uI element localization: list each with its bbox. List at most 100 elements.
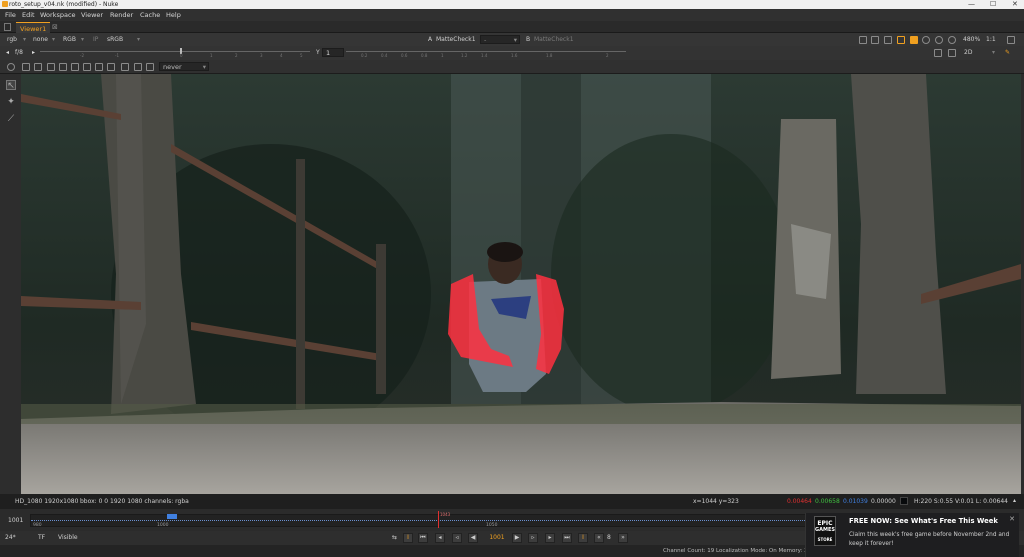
lifetime-icon[interactable] <box>146 63 154 71</box>
composite-arrow-icon: ▾ <box>513 36 517 44</box>
playhead-label: 1043 <box>440 512 451 517</box>
transform-box-icon[interactable] <box>59 63 67 71</box>
tab-viewer1[interactable]: Viewer1 <box>16 22 50 33</box>
menu-viewer[interactable]: Viewer <box>81 11 103 19</box>
menu-help[interactable]: Help <box>166 11 181 19</box>
display-channel-dropdown[interactable]: RGB <box>63 36 76 43</box>
select-points-icon[interactable] <box>34 63 42 71</box>
in-point-icon[interactable]: I <box>403 533 413 543</box>
brush-tool-icon[interactable]: ⟋ <box>6 114 16 124</box>
colorspace-dropdown[interactable]: sRGB <box>107 36 123 43</box>
render-icon[interactable] <box>948 36 956 44</box>
zoom-dropdown[interactable]: 480% <box>963 36 980 43</box>
view-mode-dropdown[interactable]: 2D <box>964 49 972 56</box>
menu-edit[interactable]: Edit <box>22 11 35 19</box>
mask-icon[interactable] <box>884 36 892 44</box>
ratio-dropdown[interactable]: 1:1 <box>986 36 996 43</box>
menu-workspace[interactable]: Workspace <box>40 11 76 19</box>
pause-icon[interactable] <box>922 36 930 44</box>
gamma-slider[interactable]: 0.2 0.4 0.6 0.8 1 1.2 1.4 1.6 1.8 2 <box>346 51 626 58</box>
channels-dropdown[interactable]: rgb <box>7 36 17 43</box>
last-frame-icon[interactable]: ⏭ <box>562 533 572 543</box>
fstop-value[interactable]: f/8 <box>15 49 23 56</box>
fps-dropdown[interactable]: 24* <box>5 534 16 541</box>
skip-increment[interactable]: 8 <box>607 534 611 541</box>
tf-dropdown[interactable]: TF <box>38 534 45 541</box>
refresh-icon[interactable] <box>935 36 943 44</box>
current-frame-field[interactable]: 1001 <box>8 517 23 524</box>
roi-icon[interactable] <box>859 36 867 44</box>
notification-title: FREE NOW: See What's Free This Week <box>849 517 998 525</box>
epic-games-logo: EPIC GAMES STORE <box>814 516 836 546</box>
display-arrow-icon: ▾ <box>81 36 85 43</box>
show-jack-icon[interactable] <box>71 63 79 71</box>
feather-icon[interactable] <box>22 63 30 71</box>
paint-brush-icon[interactable]: ✎ <box>1005 49 1010 56</box>
playback-settings-icon[interactable]: ⇆ <box>392 534 397 541</box>
play-backward-icon[interactable]: ◀ <box>468 533 478 543</box>
frame-display[interactable]: 1001 <box>483 534 511 541</box>
gain-right-arrow-icon[interactable]: ▸ <box>32 49 35 56</box>
lut-icon[interactable] <box>910 36 918 44</box>
hide-points-icon[interactable] <box>107 63 115 71</box>
viewer-wipe-icon[interactable] <box>934 49 942 57</box>
bbox-info: bbox: 0 0 1920 1080 channels: rgba <box>80 498 189 505</box>
gain-left-arrow-icon[interactable]: ◂ <box>6 49 9 56</box>
hide-curves-icon[interactable] <box>95 63 103 71</box>
notification-body: Claim this week's free game before Novem… <box>849 532 1010 547</box>
menu-file[interactable]: File <box>5 11 16 19</box>
panel-menu-icon[interactable] <box>4 23 11 31</box>
ripple-edit-icon[interactable] <box>121 63 129 71</box>
title-bar: roto_setup_v04.nk (modified) - Nuke — ☐ … <box>0 0 1024 9</box>
colorspace-arrow-icon: ▾ <box>137 36 141 43</box>
label-points-icon[interactable] <box>47 63 55 71</box>
bezier-tool-icon[interactable]: ✦ <box>6 97 16 107</box>
input-a-dropdown[interactable]: MatteCheck1 <box>436 36 476 43</box>
guides-icon[interactable] <box>897 36 905 44</box>
autokey-icon[interactable] <box>134 63 142 71</box>
playhead[interactable] <box>438 511 439 528</box>
viewer-settings-icon[interactable] <box>1007 36 1015 44</box>
skip-back-icon[interactable]: « <box>594 533 604 543</box>
pixel-b: 0.01039 <box>843 498 868 505</box>
notification-close-icon[interactable]: ✕ <box>1009 515 1015 523</box>
next-frame-icon[interactable]: ▹ <box>528 533 538 543</box>
ip-button[interactable]: IP <box>93 36 98 43</box>
first-frame-icon[interactable]: ⏮ <box>418 533 428 543</box>
settings-gear-icon[interactable] <box>7 63 15 71</box>
menu-render[interactable]: Render <box>110 11 133 19</box>
input-b-dropdown[interactable]: MatteCheck1 <box>534 36 574 43</box>
format-info: HD_1080 1920x1080 <box>15 498 79 505</box>
input-b-label: B <box>526 36 531 43</box>
timeline-scrubber[interactable]: 1043 980 1000 1050 <box>30 511 811 528</box>
composite-mode-dropdown[interactable]: - ▾ <box>480 35 520 44</box>
layer-dropdown[interactable]: none <box>33 36 48 43</box>
gamma-field[interactable]: 1 <box>322 48 344 57</box>
close-button[interactable]: ✕ <box>1012 0 1018 8</box>
tab-close-icon[interactable]: ⊠ <box>52 23 58 31</box>
viewer-toolbar-gain: ◂ f/8 ▸ -2 -1 0 1 2 3 4 5 Y 1 0.2 0.4 0.… <box>0 46 1024 60</box>
prev-frame-icon[interactable]: ◃ <box>452 533 462 543</box>
pixel-r: 0.00464 <box>787 498 812 505</box>
select-tool-icon[interactable]: ↖ <box>6 80 16 91</box>
minimize-button[interactable]: — <box>968 0 975 8</box>
layer-arrow-icon: ▾ <box>52 36 56 43</box>
feather-link-icon[interactable] <box>83 63 91 71</box>
range-dropdown[interactable]: Visible <box>58 534 78 541</box>
lifetime-dropdown[interactable]: never ▾ <box>159 62 209 71</box>
info-expand-icon[interactable]: ▴ <box>1013 497 1016 504</box>
overlay-icon[interactable] <box>871 36 879 44</box>
prev-key-icon[interactable]: ◂ <box>435 533 445 543</box>
out-point-icon[interactable]: I <box>578 533 588 543</box>
skip-forward-icon[interactable]: » <box>618 533 628 543</box>
gain-slider[interactable]: -2 -1 0 1 2 3 4 5 <box>40 48 310 58</box>
menu-cache[interactable]: Cache <box>140 11 160 19</box>
keyframe-marker[interactable] <box>167 514 177 519</box>
epic-store-notification[interactable]: EPIC GAMES STORE FREE NOW: See What's Fr… <box>805 513 1019 557</box>
maximize-button[interactable]: ☐ <box>990 0 996 8</box>
channels-arrow-icon: ▾ <box>23 36 27 43</box>
next-key-icon[interactable]: ▸ <box>545 533 555 543</box>
viewer-stereo-icon[interactable] <box>948 49 956 57</box>
viewer-image[interactable] <box>21 74 1021 494</box>
play-forward-icon[interactable]: ▶ <box>512 533 522 543</box>
